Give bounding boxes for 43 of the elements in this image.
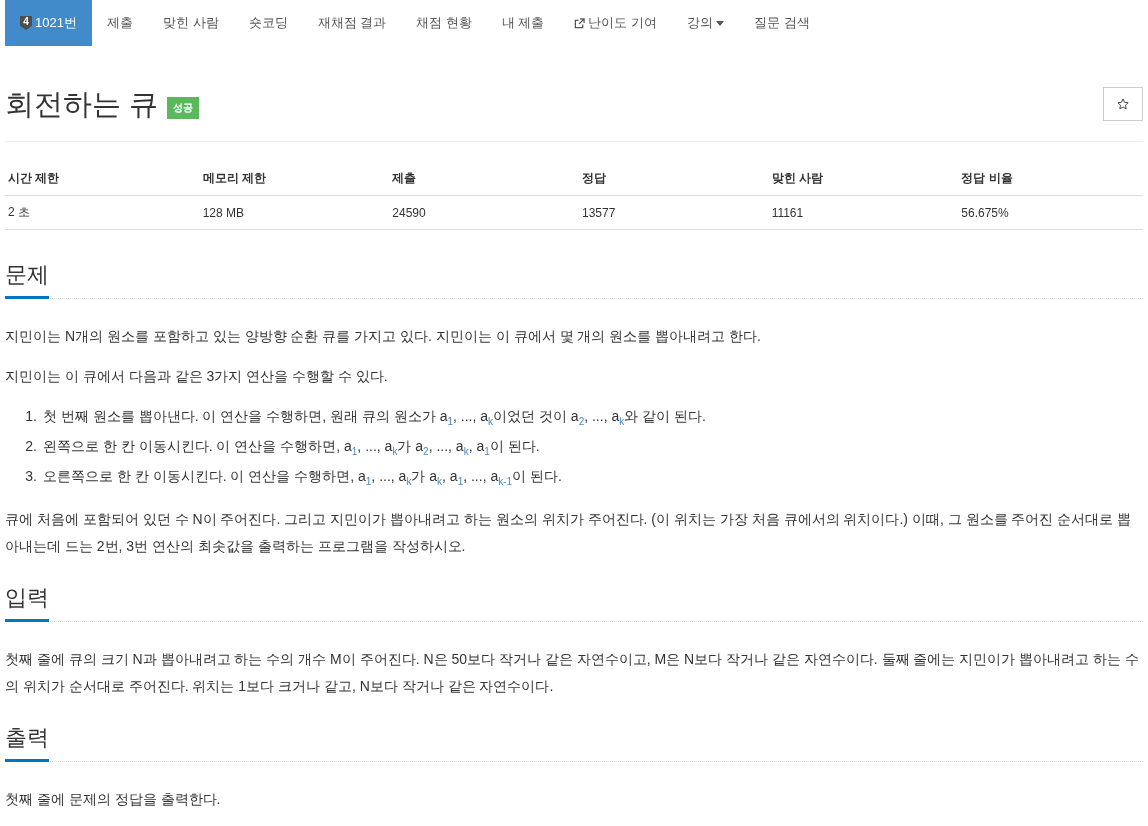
column-header: 제출 <box>384 161 574 196</box>
tier-badge: 4 <box>20 16 32 30</box>
list-item-text: 오른쪽으로 한 칸 이동시킨다. 이 연산을 수행하면, a$_{1}$, ..., a$_{k}$가 a$_{k}$, a$_{1}$, ..., a$_{k-1}$이 된다. <box>43 467 562 489</box>
section-heading: 출력 <box>5 723 49 762</box>
nav-tab[interactable]: 내 제출 <box>486 0 560 46</box>
star-icon <box>1117 98 1129 110</box>
nav-tab[interactable]: 질문 검색 <box>739 0 825 46</box>
status-label: 성공 <box>167 97 200 119</box>
caret-icon <box>716 20 725 26</box>
paragraph: 첫째 줄에 문제의 정답을 출력한다. <box>5 790 222 809</box>
table-cell: 56.675% <box>953 195 1143 230</box>
column-header: 시간 제한 <box>5 161 195 196</box>
table-cell: 11161 <box>763 195 954 230</box>
nav-tab[interactable]: 재채점 결과 <box>302 0 402 46</box>
section-heading: 문제 <box>5 260 49 299</box>
column-header: 맞힌 사람 <box>763 161 954 196</box>
problem-title: 회전하는 큐 <box>5 87 159 122</box>
nav-tab[interactable]: 강의 <box>672 0 740 46</box>
section-heading: 입력 <box>5 583 49 622</box>
list-number: 1. <box>24 407 37 426</box>
column-header: 메모리 제한 <box>194 161 385 196</box>
table-cell: 13577 <box>573 195 764 230</box>
paragraph: 큐에 처음에 포함되어 있던 수 N이 주어진다. 그리고 지민이가 뽑아내려고 하는 원소의 위치가 주어진다. (이 위치는 가장 처음 큐에서의 위치이다.) 이때, 그 원소를 주어진 순서대로 뽑아내는데 드는 2번, 3번 연산의 최솟값을 출력하는 프로그램을 작성하시오. <box>5 510 1133 556</box>
list-item-text: 첫 번째 원소를 뽑아낸다. 이 연산을 수행하면, 원래 큐의 원소가 a$_{1}$, ..., a$_{k}$이었던 것이 a$_{2}$, ..., a$_{k}$와 같이 된다. <box>43 407 706 429</box>
list-number: 3. <box>24 467 37 486</box>
list-item-text: 왼쪽으로 한 칸 이동시킨다. 이 연산을 수행하면, a$_{1}$, ..., a$_{k}$가 a$_{2}$, ..., a$_{k}$, a$_{1}$이 된다. <box>43 437 540 459</box>
nav-tab[interactable]: 제출 <box>91 0 148 46</box>
favorite-button[interactable] <box>1103 87 1143 121</box>
nav-tab[interactable]: 난이도 기여 <box>559 0 673 46</box>
list-number: 2. <box>24 437 37 456</box>
paragraph: 첫째 줄에 큐의 크기 N과 뽑아내려고 하는 수의 개수 M이 주어진다. N은 50보다 작거나 같은 자연수이고, M은 N보다 작거나 같은 자연수이다. 둘째 줄에는 지민이가 뽑아내려고 하는 수의 위치가 순서대로 주어진다. 위치는 1보다 크거나 같고, N보다 작거나 같은 자연수이다. <box>5 650 1141 696</box>
table-cell: 128 MB <box>194 195 385 230</box>
nav-tab[interactable]: 채점 현황 <box>401 0 487 46</box>
paragraph: 지민이는 이 큐에서 다음과 같은 3가지 연산을 수행할 수 있다. <box>5 367 389 386</box>
table-cell: 24590 <box>384 195 574 230</box>
external-link-icon <box>574 17 586 29</box>
nav-tab[interactable]: 맞힌 사람 <box>147 0 234 46</box>
paragraph: 지민이는 N개의 원소를 포함하고 있는 양방향 순환 큐를 가지고 있다. 지민이는 이 큐에서 몇 개의 원소를 뽑아내려고 한다. <box>5 327 762 346</box>
table-cell: 2 초 <box>5 195 195 230</box>
nav-tab[interactable]: 4 1021번 <box>5 0 92 46</box>
column-header: 정답 <box>573 161 764 196</box>
column-header: 정답 비율 <box>953 161 1143 196</box>
nav-tab[interactable]: 숏코딩 <box>233 0 303 46</box>
